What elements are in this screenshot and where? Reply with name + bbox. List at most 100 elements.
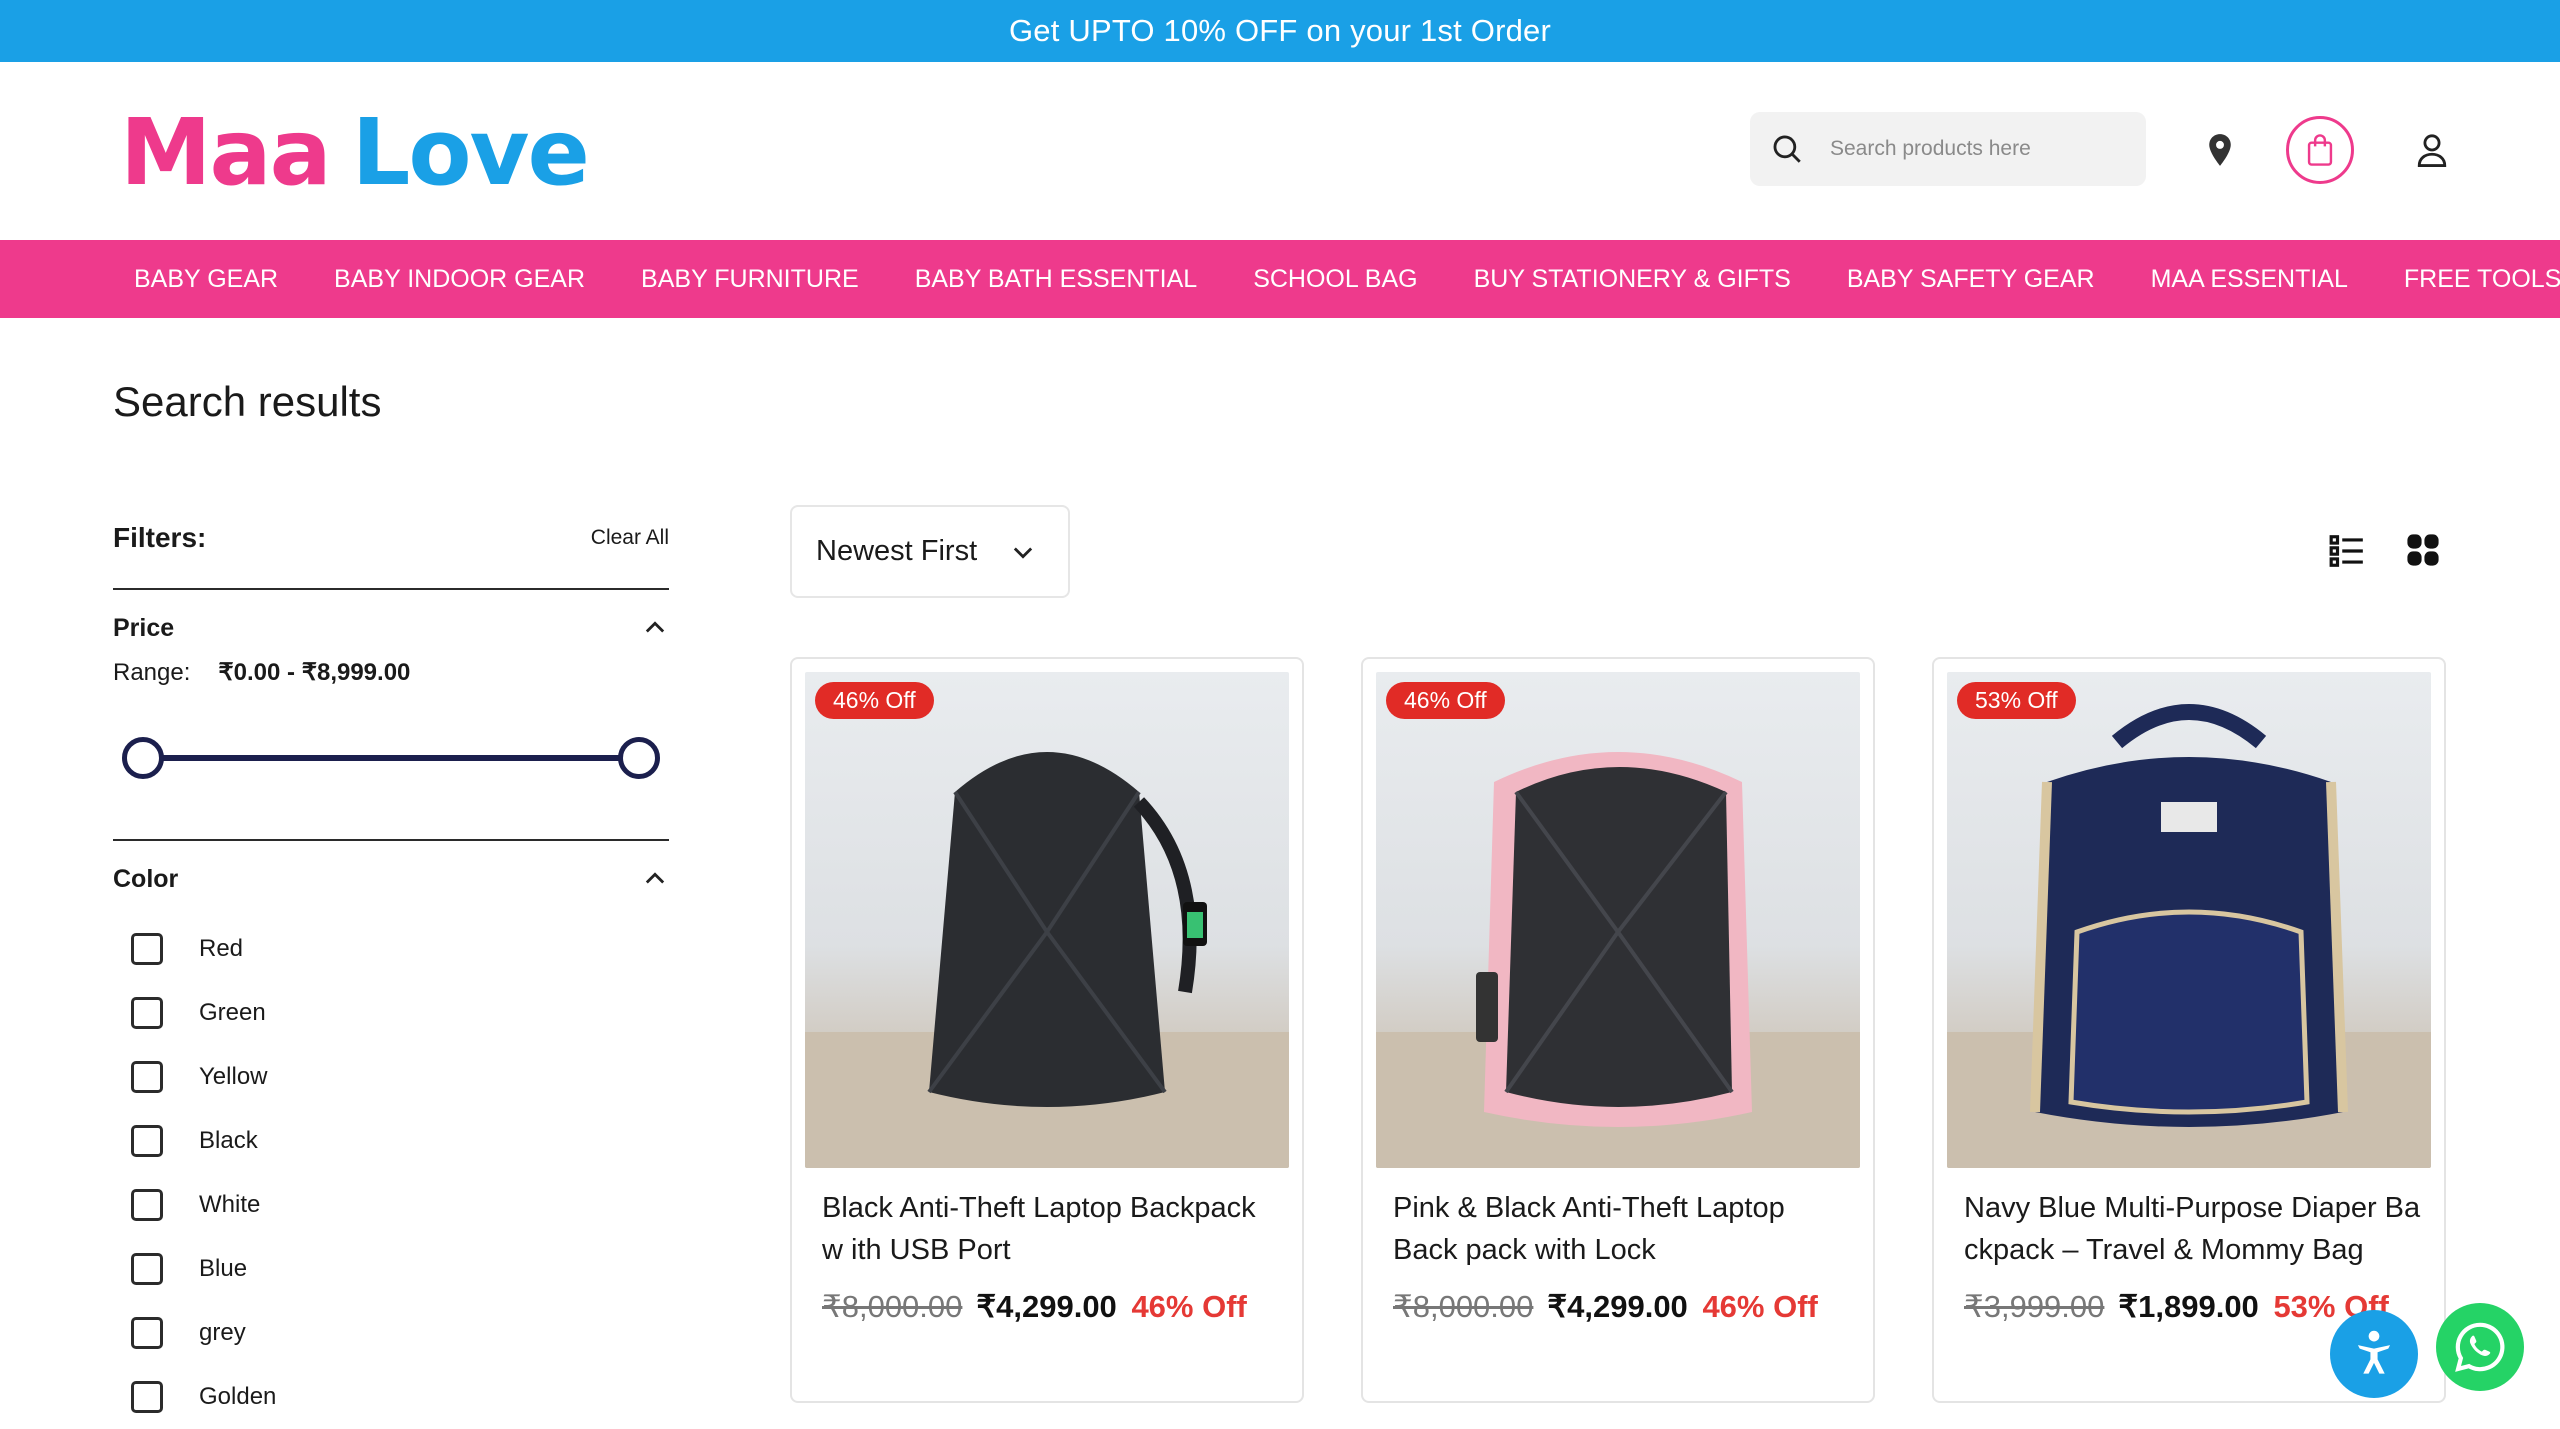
color-option[interactable]: White: [113, 1173, 669, 1237]
sort-dropdown[interactable]: Newest First: [790, 505, 1070, 598]
color-option-label: grey: [199, 1319, 246, 1346]
color-option[interactable]: Green: [113, 981, 669, 1045]
price-range-display: Range: ₹0.00 - ₹8,999.00: [113, 658, 669, 687]
list-view-icon[interactable]: [2328, 532, 2366, 570]
main-nav: BABY GEAR BABY INDOOR GEAR BABY FURNITUR…: [0, 240, 2560, 318]
discount-badge: 46% Off: [815, 682, 934, 719]
location-icon[interactable]: [2200, 130, 2240, 170]
chevron-up-icon: [645, 621, 665, 633]
product-image[interactable]: 46% Off: [1376, 672, 1860, 1168]
nav-item-baby-safety-gear[interactable]: BABY SAFETY GEAR: [1847, 265, 2095, 294]
search-input[interactable]: [1828, 136, 2128, 162]
product-card[interactable]: 46% Off Black Anti-Theft Laptop Backpack…: [790, 657, 1304, 1403]
nav-item-baby-indoor-gear[interactable]: BABY INDOOR GEAR: [334, 265, 585, 294]
filters-panel: Filters: Clear All Price Range: ₹0.00 - …: [113, 510, 669, 1429]
slider-track[interactable]: [141, 755, 641, 761]
price-range-value: ₹0.00 - ₹8,999.00: [218, 659, 411, 686]
color-option[interactable]: Red: [113, 917, 669, 981]
checkbox[interactable]: [131, 1381, 163, 1413]
cart-icon[interactable]: [2286, 116, 2354, 184]
color-options: Red Green Yellow Black White Blue grey G…: [113, 917, 669, 1429]
product-image[interactable]: 53% Off: [1947, 672, 2431, 1168]
checkbox[interactable]: [131, 1189, 163, 1221]
color-filter-toggle[interactable]: Color: [113, 841, 669, 917]
original-price: ₹8,000.00: [822, 1289, 963, 1324]
sort-selected-value: Newest First: [816, 535, 978, 567]
logo-text-love: Love: [351, 98, 590, 206]
backpack-illustration: [1376, 752, 1860, 1168]
slider-max-handle[interactable]: [618, 737, 660, 779]
checkbox[interactable]: [131, 1061, 163, 1093]
nav-item-baby-gear[interactable]: BABY GEAR: [134, 265, 278, 294]
discount-percent: 46% Off: [1131, 1289, 1247, 1324]
whatsapp-button[interactable]: [2436, 1303, 2524, 1391]
color-option[interactable]: Black: [113, 1109, 669, 1173]
filters-title: Filters:: [113, 522, 207, 553]
price-filter-toggle[interactable]: Price: [113, 590, 669, 666]
color-option-label: Green: [199, 999, 266, 1026]
logo-text-maa: Maa: [120, 98, 332, 206]
product-name[interactable]: Black Anti-Theft Laptop Backpack w ith U…: [822, 1187, 1282, 1271]
color-option-label: Blue: [199, 1255, 248, 1282]
sale-price: ₹1,899.00: [2118, 1289, 2259, 1324]
site-header: Maa Love: [0, 62, 2560, 240]
announcement-bar: Get UPTO 10% OFF on your 1st Order: [0, 0, 2560, 62]
color-option[interactable]: grey: [113, 1301, 669, 1365]
color-option-label: Yellow: [199, 1063, 268, 1090]
checkbox[interactable]: [131, 997, 163, 1029]
grid-view-icon[interactable]: [2406, 533, 2440, 567]
checkbox[interactable]: [131, 1317, 163, 1349]
slider-min-handle[interactable]: [122, 737, 164, 779]
color-option[interactable]: Golden: [113, 1365, 669, 1429]
product-prices: ₹8,000.00 ₹4,299.00 46% Off: [1393, 1289, 1818, 1325]
discount-badge: 53% Off: [1957, 682, 2076, 719]
nav-item-buy-stationery-gifts[interactable]: BUY STATIONERY & GIFTS: [1474, 265, 1791, 294]
color-option-label: Red: [199, 935, 244, 962]
product-name[interactable]: Pink & Black Anti-Theft Laptop Back pack…: [1393, 1187, 1853, 1271]
nav-item-school-bag[interactable]: SCHOOL BAG: [1253, 265, 1417, 294]
search-bar[interactable]: [1750, 112, 2146, 186]
product-image[interactable]: 46% Off: [805, 672, 1289, 1168]
accessibility-button[interactable]: [2330, 1310, 2418, 1398]
whatsapp-icon: [2455, 1322, 2505, 1372]
color-option-label: Black: [199, 1127, 258, 1154]
nav-item-baby-bath-essential[interactable]: BABY BATH ESSENTIAL: [915, 265, 1198, 294]
product-name[interactable]: Navy Blue Multi-Purpose Diaper Ba ckpack…: [1964, 1187, 2424, 1271]
discount-percent: 46% Off: [1702, 1289, 1818, 1324]
filters-header: Filters: Clear All: [113, 510, 669, 566]
search-icon[interactable]: [1770, 132, 1804, 166]
discount-badge: 46% Off: [1386, 682, 1505, 719]
product-card[interactable]: 53% Off Navy Blue Multi-Purpose Diaper B…: [1932, 657, 2446, 1403]
checkbox[interactable]: [131, 1125, 163, 1157]
color-option[interactable]: Blue: [113, 1237, 669, 1301]
backpack-illustration: [1947, 704, 2431, 1168]
announcement-text: Get UPTO 10% OFF on your 1st Order: [1008, 13, 1552, 48]
product-prices: ₹8,000.00 ₹4,299.00 46% Off: [822, 1289, 1247, 1325]
color-option[interactable]: Yellow: [113, 1045, 669, 1109]
color-filter-title: Color: [113, 864, 179, 893]
price-range-label: Range:: [113, 658, 191, 686]
nav-item-baby-furniture[interactable]: BABY FURNITURE: [641, 265, 859, 294]
user-account-icon[interactable]: [2410, 128, 2454, 172]
product-prices: ₹3,999.00 ₹1,899.00 53% Off: [1964, 1289, 2389, 1325]
price-filter-title: Price: [113, 613, 175, 642]
original-price: ₹8,000.00: [1393, 1289, 1534, 1324]
accessibility-icon: [2357, 1330, 2391, 1374]
nav-item-maa-essential[interactable]: MAA ESSENTIAL: [2151, 265, 2348, 294]
original-price: ₹3,999.00: [1964, 1289, 2105, 1324]
logo[interactable]: Maa Love: [120, 99, 590, 206]
product-card[interactable]: 46% Off Pink & Black Anti-Theft Laptop B…: [1361, 657, 1875, 1403]
backpack-illustration: [805, 752, 1289, 1168]
nav-item-free-tools[interactable]: FREE TOOLS: [2404, 265, 2560, 294]
sale-price: ₹4,299.00: [1547, 1289, 1688, 1324]
chevron-down-icon: [1013, 547, 1033, 559]
chevron-up-icon: [645, 872, 665, 884]
page-title: Search results: [113, 378, 382, 425]
clear-all-button[interactable]: Clear All: [591, 526, 669, 550]
price-range-slider[interactable]: [113, 729, 669, 789]
color-option-label: White: [199, 1191, 261, 1218]
color-option-label: Golden: [199, 1383, 277, 1410]
checkbox[interactable]: [131, 933, 163, 965]
checkbox[interactable]: [131, 1253, 163, 1285]
sale-price: ₹4,299.00: [976, 1289, 1117, 1324]
